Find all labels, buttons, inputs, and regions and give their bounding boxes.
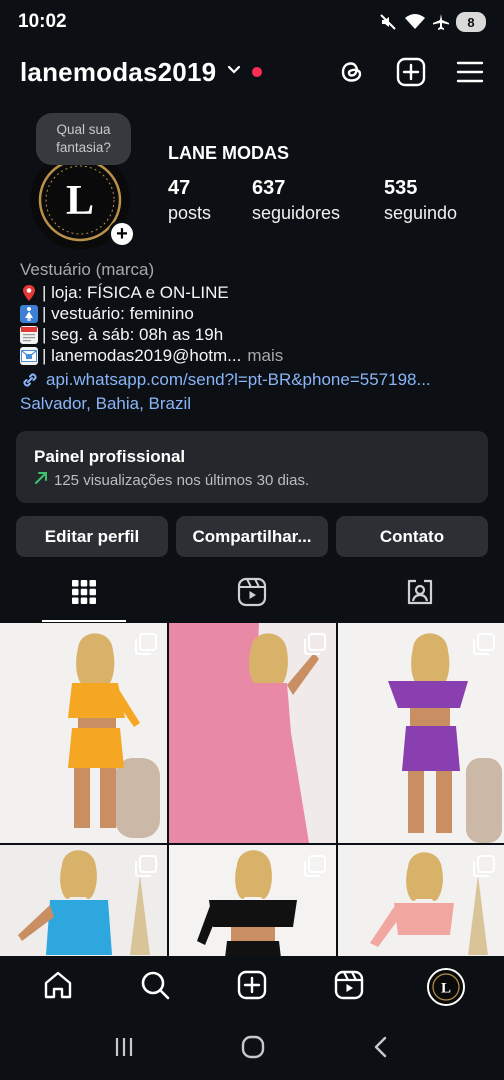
nav-create[interactable] [222,957,282,1017]
bio-line-store: | loja: FÍSICA e ON-LINE [20,282,490,303]
airplane-icon [432,13,450,31]
edit-profile-button[interactable]: Editar perfil [16,516,168,557]
mute-icon [378,12,398,32]
post-thumbnail[interactable] [169,623,336,843]
profile-tabs [0,566,504,622]
bio: Vestuário (marca) | loja: FÍSICA e ON-LI… [20,258,490,415]
threads-icon[interactable] [338,58,366,86]
wifi-icon [404,13,426,31]
nav-avatar-letter: L [441,981,451,997]
contact-button[interactable]: Contato [336,516,488,557]
post-thumbnail[interactable] [0,623,167,843]
bio-website-link[interactable]: api.whatsapp.com/send?l=pt-BR&phone=5571… [20,368,490,392]
battery-icon: 8 [456,12,486,32]
multi-post-icon [473,855,495,882]
nav-home[interactable] [28,957,88,1017]
bio-location[interactable]: Salvador, Bahia, Brazil [20,392,490,415]
stat-followers[interactable]: 637 seguidores [252,176,340,226]
pro-panel-subtitle: 125 visualizações nos últimos 30 dias. [34,471,470,489]
multi-post-icon [135,633,157,660]
stat-posts[interactable]: 47 posts [168,176,211,226]
multi-post-icon [135,855,157,882]
profile-actions: Editar perfil Compartilhar... Contato [16,516,488,557]
recents-icon[interactable] [112,1035,136,1064]
tab-posts-grid[interactable] [0,566,168,622]
search-icon [139,969,171,1006]
chevron-down-icon[interactable] [226,62,242,83]
link-icon [20,370,40,390]
reels-icon [237,577,267,612]
profile-avatar-container[interactable]: L + [30,150,136,250]
nav-search[interactable] [125,957,185,1017]
bottom-nav: L [0,956,504,1018]
note-bubble[interactable]: Qual sua fantasia? [36,113,131,165]
nav-reels[interactable] [319,957,379,1017]
stat-followers-count: 637 [252,177,286,199]
create-plus-icon[interactable] [396,57,426,87]
trend-up-icon [34,471,48,489]
tagged-icon [405,577,435,612]
post-thumbnail[interactable] [0,845,167,956]
multi-post-icon [304,855,326,882]
status-icons: 8 [378,12,486,32]
post-thumbnail[interactable] [338,623,504,843]
tab-reels[interactable] [168,566,336,622]
create-icon [236,969,268,1006]
add-story-icon[interactable]: + [108,220,136,248]
post-thumbnail[interactable] [169,845,336,956]
profile-avatar: L [426,968,465,1006]
bio-line-hours: | seg. à sáb: 08h as 19h [20,324,490,345]
posts-grid [0,623,504,956]
home-icon [42,969,74,1006]
notification-dot [252,67,263,77]
system-nav [0,1018,504,1080]
bio-line-clothing: | vestuário: feminino [20,303,490,324]
womens-icon [20,304,38,323]
stat-following[interactable]: 535 seguindo [384,176,457,226]
multi-post-icon [304,633,326,660]
home-button-icon[interactable] [240,1034,266,1065]
back-icon[interactable] [370,1035,392,1064]
stat-posts-label: posts [168,203,212,223]
status-bar: 10:02 8 [0,0,504,44]
share-profile-button[interactable]: Compartilhar... [176,516,328,557]
bio-more-link[interactable]: mais [247,345,283,366]
stat-posts-count: 47 [168,177,191,199]
pro-panel-title: Painel profissional [34,447,186,466]
stat-following-count: 535 [384,177,418,199]
tab-tagged[interactable] [336,566,504,622]
username-switcher[interactable]: lanemodas2019 [20,57,216,88]
bio-line-email: | lanemodas2019@hotm... mais [20,345,490,366]
email-icon [20,346,38,365]
status-time: 10:02 [18,11,67,32]
stat-followers-label: seguidores [252,203,341,223]
reels-icon [333,969,365,1006]
menu-icon[interactable] [456,60,484,84]
bio-category: Vestuário (marca) [20,260,155,279]
pin-icon [20,284,38,302]
post-thumbnail[interactable] [338,845,504,956]
nav-profile[interactable]: L [416,957,476,1017]
calendar-icon [20,325,38,344]
avatar-letter: L [66,178,94,224]
professional-dashboard[interactable]: Painel profissional 125 visualizações no… [16,431,488,503]
top-bar: lanemodas2019 [0,48,504,96]
display-name: LANE MODAS [168,143,289,163]
multi-post-icon [473,633,495,660]
stat-following-label: seguindo [384,203,458,223]
grid-icon [71,579,97,610]
